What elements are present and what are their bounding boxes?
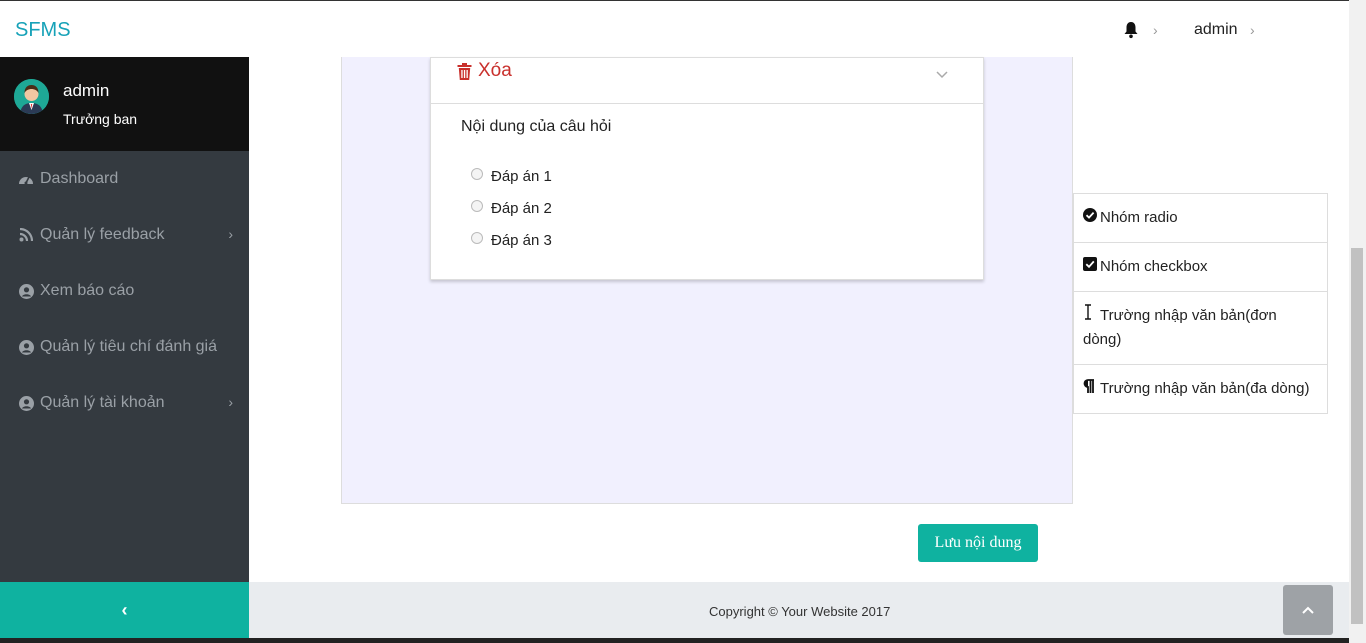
sidebar-item-reports[interactable]: Xem báo cáo [0,263,249,319]
paragraph-icon [1083,377,1097,401]
sidebar-item-accounts[interactable]: Quản lý tài khoản › [0,375,249,431]
tool-single-line-text[interactable]: Trường nhập văn bản(đơn dòng) [1073,291,1328,366]
scroll-to-top-button[interactable] [1283,585,1333,635]
sidebar-item-dashboard[interactable]: Dashboard [0,151,249,207]
chevron-up-icon [1302,606,1314,614]
answer-option[interactable]: Đáp án 3 [471,231,552,249]
answer-label: Đáp án 2 [491,200,552,217]
check-square-icon [1083,255,1097,279]
chevron-right-icon: › [228,226,233,242]
tool-label: Trường nhập văn bản(đa dòng) [1100,380,1310,398]
user-panel: admin Trưởng ban [0,57,249,151]
save-content-button[interactable]: Lưu nội dung [918,524,1038,562]
chevron-left-icon: ‹ [121,599,128,620]
sidebar-item-feedback[interactable]: Quản lý feedback › [0,207,249,263]
user-circle-icon [18,339,34,355]
delete-label: Xóa [478,60,512,81]
sidebar-item-label: Dashboard [40,170,119,187]
bell-icon[interactable] [1123,21,1139,39]
sidebar-user-name: admin [63,81,110,100]
sidebar-item-label: Quản lý tài khoản [40,394,165,411]
sidebar-item-label: Xem báo cáo [40,282,135,299]
radio-button[interactable] [471,199,483,212]
user-menu[interactable]: admin [1194,21,1238,39]
avatar [14,79,49,114]
sidebar-user-role: Trưởng ban [63,111,138,127]
radio-button[interactable] [471,167,483,180]
window-bottom-edge [0,638,1349,643]
answer-label: Đáp án 1 [491,168,552,185]
chevron-right-icon: › [1250,22,1255,38]
answer-label: Đáp án 3 [491,232,552,249]
tool-label: Trường nhập văn bản(đơn dòng) [1083,307,1277,349]
scrollbar[interactable] [1349,0,1366,643]
sidebar-item-label: Quản lý feedback [40,226,165,243]
scrollbar-thumb[interactable] [1351,248,1363,624]
rss-icon [18,228,34,242]
top-navbar: SFMS › admin › [0,0,1349,57]
brand-logo[interactable]: SFMS [15,19,71,42]
chevron-right-icon: › [228,394,233,410]
tool-checkbox-group[interactable]: Nhóm checkbox [1073,242,1328,293]
user-circle-icon [18,283,34,299]
question-card-header: Xóa [431,58,983,104]
tool-label: Nhóm checkbox [1100,258,1208,276]
check-circle-icon [1083,206,1097,230]
chevron-right-icon: › [1153,22,1158,38]
question-card[interactable]: Xóa Nội dung của câu hỏi Đáp án 1 Đáp án… [430,57,984,280]
sidebar-toggle-button[interactable]: ‹ [0,582,249,638]
chevron-down-icon[interactable] [936,66,948,82]
answer-option[interactable]: Đáp án 2 [471,199,552,217]
tool-label: Nhóm radio [1100,209,1178,226]
dashboard-icon [18,172,34,186]
tool-radio-group[interactable]: Nhóm radio [1073,193,1328,244]
answer-option[interactable]: Đáp án 1 [471,167,552,185]
text-cursor-icon [1083,304,1097,328]
user-circle-icon [18,395,34,411]
field-palette: Nhóm radio Nhóm checkbox Trường nhập văn… [1073,193,1328,415]
sidebar-item-criteria[interactable]: Quản lý tiêu chí đánh giá [0,319,249,375]
sidebar: admin Trưởng ban Dashboard Quản lý feedb… [0,57,249,582]
copyright-text: Copyright © Your Website 2017 [709,604,891,619]
footer: Copyright © Your Website 2017 [249,582,1349,638]
trash-icon [457,62,472,80]
radio-button[interactable] [471,231,483,244]
delete-button[interactable]: Xóa [457,60,512,82]
question-text[interactable]: Nội dung của câu hỏi [461,118,611,136]
tool-multi-line-text[interactable]: Trường nhập văn bản(đa dòng) [1073,364,1328,415]
sidebar-item-label: Quản lý tiêu chí đánh giá [40,338,218,355]
